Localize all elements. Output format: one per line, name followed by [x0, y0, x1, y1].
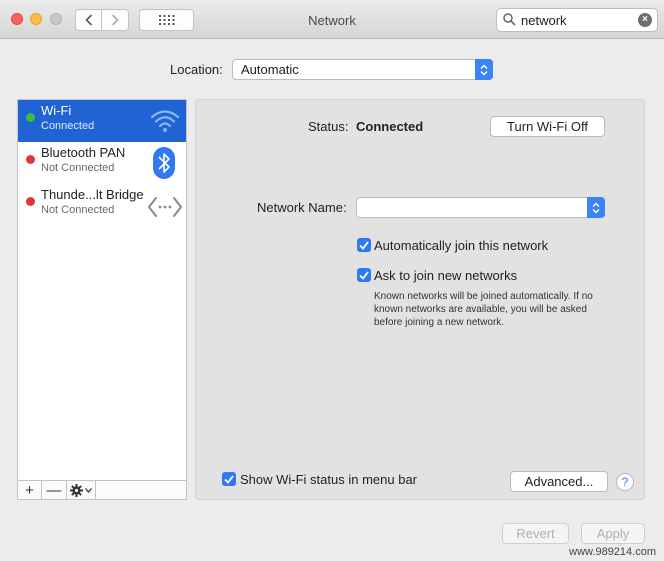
ask-join-label[interactable]: Ask to join new networks	[374, 268, 517, 283]
service-status: Not Connected	[41, 162, 115, 174]
wifi-icon	[150, 110, 180, 132]
auto-join-label[interactable]: Automatically join this network	[374, 238, 548, 253]
bluetooth-icon	[153, 147, 175, 179]
status-dot	[26, 197, 35, 206]
remove-service-button[interactable]: —	[42, 481, 67, 499]
service-name: Thunde...lt Bridge	[41, 187, 144, 202]
service-actions-button[interactable]	[67, 481, 96, 499]
service-list: Wi-Fi Connected Bluetooth PAN Not Connec…	[17, 99, 187, 499]
search-field[interactable]: network ×	[496, 8, 658, 32]
checkmark-icon	[224, 474, 234, 484]
network-name-popup[interactable]	[356, 197, 605, 218]
show-status-checkbox[interactable]	[222, 472, 236, 486]
location-value: Automatic	[241, 62, 299, 77]
network-name-label: Network Name:	[257, 200, 347, 215]
service-name: Bluetooth PAN	[41, 145, 126, 160]
apply-button[interactable]: Apply	[581, 523, 645, 544]
add-service-button[interactable]: +	[18, 481, 42, 499]
clear-search-icon[interactable]: ×	[638, 13, 652, 27]
revert-button[interactable]: Revert	[502, 523, 569, 544]
ask-join-description: Known networks will be joined automatica…	[374, 291, 593, 328]
service-status: Not Connected	[41, 204, 115, 216]
service-item-bluetooth-pan[interactable]: Bluetooth PAN Not Connected	[18, 142, 186, 184]
popup-arrows-icon	[587, 197, 605, 218]
checkmark-icon	[359, 270, 369, 280]
search-input[interactable]: network	[521, 13, 567, 28]
status-dot	[26, 113, 35, 122]
show-status-label[interactable]: Show Wi-Fi status in menu bar	[240, 472, 417, 487]
help-button[interactable]: ?	[616, 473, 634, 491]
popup-arrows-icon	[475, 59, 493, 80]
checkmark-icon	[359, 240, 369, 250]
thunderbolt-bridge-icon	[148, 197, 182, 217]
service-list-toolbar: + —	[17, 480, 187, 500]
chevron-down-icon	[85, 487, 92, 493]
auto-join-checkbox[interactable]	[357, 238, 371, 252]
search-icon	[503, 13, 516, 26]
status-value: Connected	[356, 119, 424, 134]
ask-join-checkbox[interactable]	[357, 268, 371, 282]
gear-icon	[70, 483, 83, 497]
location-popup[interactable]: Automatic	[232, 59, 493, 80]
title-bar: Network network ×	[0, 0, 664, 39]
service-item-wifi[interactable]: Wi-Fi Connected	[18, 100, 186, 142]
detail-panel: Status: Connected Turn Wi-Fi Off Network…	[195, 99, 645, 500]
location-label: Location:	[170, 62, 223, 77]
status-dot	[26, 155, 35, 164]
advanced-button[interactable]: Advanced...	[510, 471, 608, 492]
service-name: Wi-Fi	[41, 103, 72, 118]
status-label: Status:	[308, 119, 349, 134]
service-status: Connected	[41, 120, 95, 132]
watermark: www.989214.com	[569, 546, 656, 558]
turn-wifi-off-button[interactable]: Turn Wi-Fi Off	[490, 116, 605, 137]
service-item-thunderbolt-bridge[interactable]: Thunde...lt Bridge Not Connected	[18, 184, 186, 226]
